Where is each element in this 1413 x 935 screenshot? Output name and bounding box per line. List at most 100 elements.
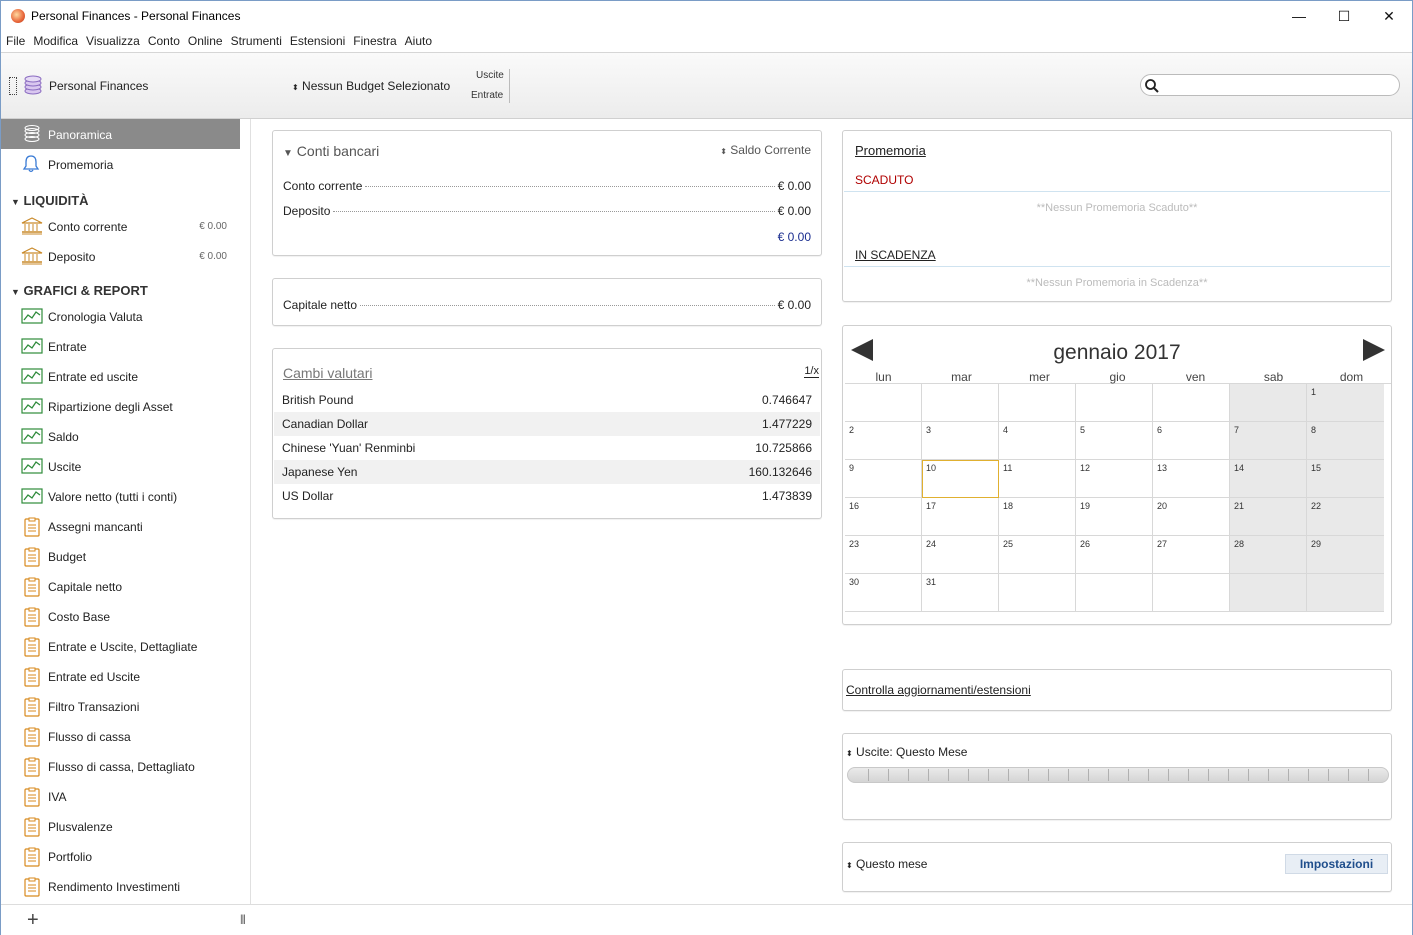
exchange-rate-row[interactable]: US Dollar 1.473839: [274, 484, 820, 508]
calendar-day[interactable]: [1153, 384, 1230, 422]
calendar-day[interactable]: 11: [999, 460, 1076, 498]
calendar-day[interactable]: 2: [845, 422, 922, 460]
calendar-day[interactable]: 13: [1153, 460, 1230, 498]
splitter-grip-icon[interactable]: |||: [240, 914, 246, 925]
calendar-day[interactable]: 25: [999, 536, 1076, 574]
calendar-day[interactable]: 26: [1076, 536, 1153, 574]
calendar-day[interactable]: [999, 384, 1076, 422]
sidebar-item-account[interactable]: Deposito € 0.00: [1, 241, 240, 271]
sidebar-item-graph[interactable]: Saldo: [1, 421, 240, 451]
sidebar-item-graph[interactable]: Uscite: [1, 451, 240, 481]
calendar-day[interactable]: 7: [1230, 422, 1307, 460]
calendar-day[interactable]: 15: [1307, 460, 1384, 498]
sidebar-item-report[interactable]: Entrate ed Uscite: [1, 661, 240, 691]
sidebar-item-report[interactable]: Assegni mancanti: [1, 511, 240, 541]
calendar-day[interactable]: [1076, 574, 1153, 612]
menu-strumenti[interactable]: Strumenti: [231, 32, 282, 52]
exchange-rate-row[interactable]: Canadian Dollar 1.477229: [274, 412, 820, 436]
upcoming-label[interactable]: IN SCADENZA: [855, 248, 936, 262]
add-icon[interactable]: +: [27, 909, 39, 932]
calendar-day[interactable]: 19: [1076, 498, 1153, 536]
calendar-day[interactable]: [1230, 384, 1307, 422]
sidebar-item-report[interactable]: Capitale netto: [1, 571, 240, 601]
calendar-day[interactable]: 23: [845, 536, 922, 574]
sidebar-item-report[interactable]: Rendimento Investimenti: [1, 871, 240, 901]
menu-visualizza[interactable]: Visualizza: [86, 32, 140, 52]
sidebar-item-promemoria[interactable]: Promemoria: [1, 149, 240, 179]
calendar-day[interactable]: 6: [1153, 422, 1230, 460]
calendar-day[interactable]: [1153, 574, 1230, 612]
exchange-rate-row[interactable]: British Pound 0.746647: [274, 388, 820, 412]
search-input[interactable]: [1161, 77, 1393, 93]
sidebar-toggle-handle[interactable]: [9, 77, 17, 95]
calendar-day[interactable]: 28: [1230, 536, 1307, 574]
calendar-day[interactable]: 24: [922, 536, 999, 574]
calendar-day[interactable]: [1076, 384, 1153, 422]
calendar-day[interactable]: [1230, 574, 1307, 612]
calendar-day[interactable]: 3: [922, 422, 999, 460]
bank-account-row[interactable]: Deposito € 0.00: [283, 204, 811, 218]
sidebar-item-report[interactable]: Budget: [1, 541, 240, 571]
calendar-day[interactable]: 12: [1076, 460, 1153, 498]
sidebar-item-report[interactable]: Flusso di cassa, Dettagliato: [1, 751, 240, 781]
bank-account-row[interactable]: Conto corrente € 0.00: [283, 179, 811, 193]
calendar-day[interactable]: 14: [1230, 460, 1307, 498]
calendar-day[interactable]: 9: [845, 460, 922, 498]
reminders-title[interactable]: Promemoria: [855, 143, 926, 158]
calendar-day[interactable]: 16: [845, 498, 922, 536]
calendar-day[interactable]: 30: [845, 574, 922, 612]
calendar-day[interactable]: 29: [1307, 536, 1384, 574]
calendar-day[interactable]: 21: [1230, 498, 1307, 536]
sidebar-item-report[interactable]: Filtro Transazioni: [1, 691, 240, 721]
menu-file[interactable]: File: [6, 32, 25, 52]
sidebar-item-graph[interactable]: Entrate ed uscite: [1, 361, 240, 391]
account-name[interactable]: Personal Finances: [49, 79, 148, 93]
menu-aiuto[interactable]: Aiuto: [405, 32, 432, 52]
sidebar-item-account[interactable]: Conto corrente € 0.00: [1, 211, 240, 241]
calendar-day[interactable]: 5: [1076, 422, 1153, 460]
calendar-day[interactable]: 17: [922, 498, 999, 536]
this-month-selector[interactable]: ⬍ Questo mese: [846, 857, 927, 871]
calendar-day[interactable]: 18: [999, 498, 1076, 536]
calendar-day[interactable]: 8: [1307, 422, 1384, 460]
calendar-day[interactable]: 27: [1153, 536, 1230, 574]
exchange-rate-row[interactable]: Japanese Yen 160.132646: [274, 460, 820, 484]
search-box[interactable]: [1140, 74, 1400, 96]
sidebar-item-report[interactable]: IVA: [1, 781, 240, 811]
exchange-rates-title[interactable]: Cambi valutari: [283, 365, 372, 381]
invert-rates-toggle[interactable]: 1/x: [804, 365, 819, 378]
calendar-day[interactable]: 4: [999, 422, 1076, 460]
minimize-button[interactable]: —: [1276, 1, 1322, 31]
close-button[interactable]: ✕: [1366, 1, 1412, 31]
liquidity-header[interactable]: ▼ LIQUIDITÀ: [11, 193, 89, 208]
calendar-day[interactable]: 20: [1153, 498, 1230, 536]
sidebar-item-report[interactable]: Entrate e Uscite, Dettagliate: [1, 631, 240, 661]
exchange-rate-row[interactable]: Chinese 'Yuan' Renminbi 10.725866: [274, 436, 820, 460]
reports-header[interactable]: ▼ GRAFICI & REPORT: [11, 283, 148, 298]
sidebar-item-graph[interactable]: Valore netto (tutti i conti): [1, 481, 240, 511]
calendar-day[interactable]: 31: [922, 574, 999, 612]
calendar-day[interactable]: [845, 384, 922, 422]
sidebar-item-panoramica[interactable]: Panoramica: [1, 119, 240, 149]
menu-modifica[interactable]: Modifica: [33, 32, 78, 52]
sidebar-item-report[interactable]: Portfolio: [1, 841, 240, 871]
menu-finestra[interactable]: Finestra: [353, 32, 396, 52]
sidebar-item-report[interactable]: Plusvalenze: [1, 811, 240, 841]
calendar-day[interactable]: 1: [1307, 384, 1384, 422]
menu-conto[interactable]: Conto: [148, 32, 180, 52]
sidebar-item-report[interactable]: Flusso di cassa: [1, 721, 240, 751]
budget-selector[interactable]: ⬍ Nessun Budget Selezionato: [292, 79, 450, 93]
sidebar-item-graph[interactable]: Cronologia Valuta: [1, 301, 240, 331]
check-updates-link[interactable]: Controlla aggiornamenti/estensioni: [846, 683, 1031, 697]
settings-button[interactable]: Impostazioni: [1285, 854, 1388, 874]
calendar-day[interactable]: [999, 574, 1076, 612]
maximize-button[interactable]: ☐: [1321, 1, 1367, 31]
sidebar-item-graph[interactable]: Ripartizione degli Asset: [1, 391, 240, 421]
calendar-day[interactable]: [1307, 574, 1384, 612]
calendar-day[interactable]: 10: [922, 460, 999, 498]
sidebar-item-report[interactable]: Costo Base: [1, 601, 240, 631]
calendar-day[interactable]: [922, 384, 999, 422]
bank-accounts-header[interactable]: ▼ Conti bancari: [283, 143, 379, 159]
spending-period-selector[interactable]: ⬍ Uscite: Questo Mese: [846, 745, 967, 759]
menu-online[interactable]: Online: [188, 32, 223, 52]
